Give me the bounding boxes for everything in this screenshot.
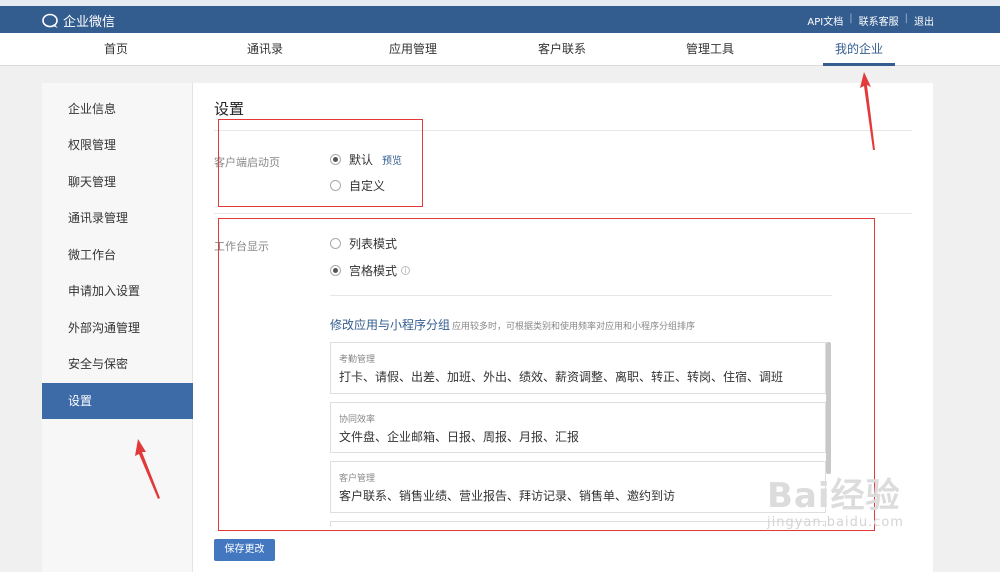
wecom-logo-icon: [42, 13, 58, 28]
divider: [214, 213, 912, 214]
annotation-arrow-icon: [860, 72, 875, 150]
annotation-arrow-icon: [135, 439, 160, 499]
app-logo[interactable]: 企业微信: [42, 11, 115, 30]
baidu-watermark: Bai经验 jingyan.baidu.com: [767, 468, 904, 530]
annotation-box-client-launch: [218, 119, 423, 207]
nav-my-enterprise[interactable]: 我的企业: [823, 33, 895, 66]
sidebar-item-enterprise-info[interactable]: 企业信息: [42, 91, 193, 127]
nav-app-management[interactable]: 应用管理: [377, 33, 449, 66]
nav-home[interactable]: 首页: [80, 33, 152, 66]
link-separator: |: [904, 13, 908, 24]
logout-link[interactable]: 退出: [914, 13, 934, 28]
active-tab-indicator: [823, 63, 895, 66]
save-changes-button[interactable]: 保存更改: [214, 539, 275, 561]
page-title: 设置: [214, 100, 245, 118]
sidebar-item-permissions[interactable]: 权限管理: [42, 127, 193, 163]
nav-contacts[interactable]: 通讯录: [229, 33, 301, 66]
link-separator: |: [849, 13, 853, 24]
app-name: 企业微信: [63, 15, 116, 30]
sidebar-item-chat-management[interactable]: 聊天管理: [42, 164, 193, 200]
sidebar-item-settings[interactable]: 设置: [42, 383, 193, 419]
top-links: API文档 | 联系客服 | 退出: [807, 13, 934, 28]
sidebar-item-join-settings[interactable]: 申请加入设置: [42, 273, 193, 309]
main-nav: 首页 通讯录 应用管理 客户联系 管理工具 我的企业: [0, 33, 1000, 66]
sidebar-item-micro-workbench[interactable]: 微工作台: [42, 237, 193, 273]
sidebar-item-external-communication[interactable]: 外部沟通管理: [42, 310, 193, 346]
sidebar: 企业信息 权限管理 聊天管理 通讯录管理 微工作台 申请加入设置 外部沟通管理 …: [42, 83, 193, 572]
watermark-url: jingyan.baidu.com: [767, 515, 904, 530]
nav-customer-contact[interactable]: 客户联系: [526, 33, 598, 66]
sidebar-item-contacts-management[interactable]: 通讯录管理: [42, 200, 193, 236]
watermark-brand: Bai经验: [767, 476, 901, 516]
nav-management-tools[interactable]: 管理工具: [674, 33, 746, 66]
contact-support-link[interactable]: 联系客服: [859, 13, 899, 28]
top-bar: 企业微信 API文档 | 联系客服 | 退出: [0, 6, 1000, 33]
sidebar-item-security[interactable]: 安全与保密: [42, 346, 193, 382]
api-docs-link[interactable]: API文档: [807, 13, 843, 28]
